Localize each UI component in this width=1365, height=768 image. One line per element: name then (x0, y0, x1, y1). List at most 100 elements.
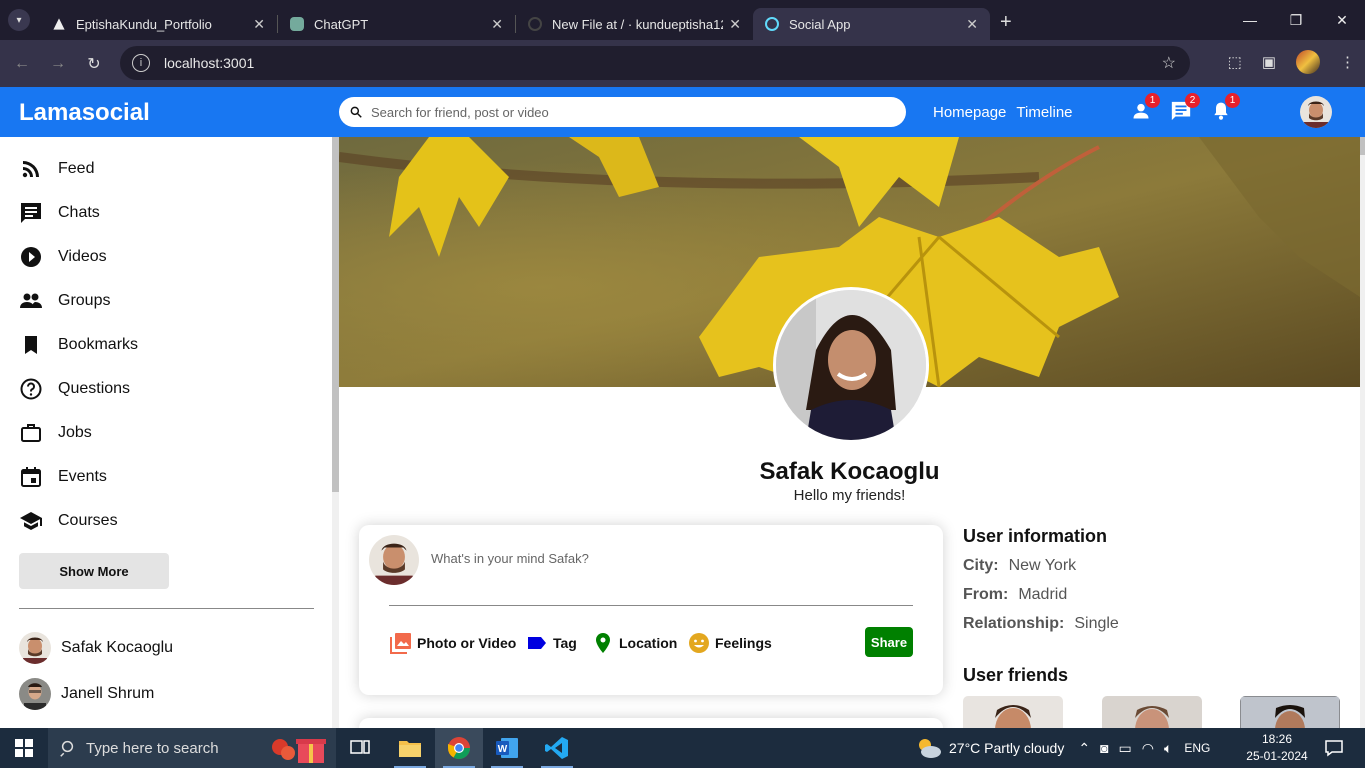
meet-now-icon[interactable]: ◙ (1100, 740, 1108, 756)
sidebar-item-chats[interactable]: Chats (19, 201, 100, 225)
homepage-link[interactable]: Homepage (933, 104, 1006, 121)
chrome-icon[interactable] (435, 728, 483, 768)
show-more-button[interactable]: Show More (19, 553, 169, 589)
weather-icon (919, 739, 941, 758)
user-avatar[interactable] (1300, 96, 1332, 128)
topbar-links: Homepage Timeline (933, 104, 1073, 121)
browser-tab-chatgpt[interactable]: ChatGPT ✕ (278, 8, 515, 40)
taskbar-search-input[interactable] (86, 739, 256, 757)
share-user-avatar (369, 535, 419, 585)
vercel-favicon-icon (53, 18, 65, 30)
svg-text:W: W (498, 744, 508, 755)
react-favicon-icon (765, 17, 779, 31)
browser-menu-icon[interactable]: ⋮ (1340, 53, 1355, 71)
close-tab-icon[interactable]: ✕ (729, 16, 741, 33)
browser-tab-bar: ▾ EptishaKundu_Portfolio ✕ ChatGPT ✕ New… (0, 0, 1365, 40)
info-key: From: (963, 586, 1009, 603)
taskbar-search[interactable] (48, 728, 336, 768)
windows-start-icon[interactable] (0, 728, 48, 768)
profile-picture[interactable] (773, 287, 929, 443)
taskbar-clock[interactable]: 18:26 25-01-2024 (1246, 731, 1308, 765)
minimize-icon[interactable]: — (1227, 0, 1273, 40)
loading-spinner-icon (528, 17, 542, 31)
friend-name: Safak Kocaoglu (61, 639, 174, 656)
app-logo[interactable]: Lamasocial (19, 99, 150, 127)
reload-icon[interactable]: ↻ (76, 54, 112, 74)
messages-button[interactable]: 2 (1170, 93, 1200, 123)
language-indicator[interactable]: ENG (1184, 741, 1210, 755)
location-pin-icon (596, 633, 610, 653)
url-bar[interactable]: i localhost:3001 ☆ (120, 46, 1190, 80)
back-arrow-icon[interactable]: ← (4, 55, 40, 73)
friend-list-item[interactable]: Janell Shrum (19, 678, 154, 710)
info-key: City: (963, 557, 999, 574)
side-panel-icon[interactable]: ▣ (1262, 53, 1276, 71)
bookmark-icon (25, 336, 37, 354)
friend-avatar (19, 678, 51, 710)
photo-video-option[interactable]: Photo or Video (389, 631, 516, 655)
close-tab-icon[interactable]: ✕ (966, 16, 978, 33)
site-info-icon[interactable]: i (132, 54, 150, 72)
browser-tab-github[interactable]: New File at / · kundueptisha12/ ✕ (516, 8, 753, 40)
notifications-button[interactable]: 1 (1210, 93, 1240, 123)
speaker-icon[interactable]: 🔈︎ (1164, 740, 1172, 757)
sidebar-item-videos[interactable]: Videos (19, 245, 107, 269)
new-tab-button[interactable]: + (1000, 11, 1012, 34)
feelings-option[interactable]: Feelings (687, 631, 772, 655)
sidebar-item-label: Jobs (58, 424, 92, 441)
notifications-center-icon[interactable] (1310, 728, 1358, 768)
info-row-city: City: New York (963, 557, 1076, 575)
sidebar-scrollbar[interactable] (332, 137, 339, 728)
wifi-icon[interactable]: ◠ (1142, 740, 1154, 757)
task-view-icon[interactable] (336, 728, 384, 768)
share-button[interactable]: Share (865, 627, 913, 657)
search-bar[interactable] (339, 97, 906, 127)
browser-profile-avatar[interactable] (1296, 50, 1320, 74)
extensions-icon[interactable]: ⬚ (1228, 53, 1242, 71)
restore-icon[interactable]: ❐ (1273, 0, 1319, 40)
tab-title: EptishaKundu_Portfolio (76, 16, 212, 32)
photo-library-icon (390, 633, 411, 654)
page-scrollbar[interactable] (1360, 137, 1365, 728)
sidebar-item-label: Courses (58, 512, 118, 529)
sidebar-item-groups[interactable]: Groups (19, 289, 110, 313)
battery-icon[interactable]: ▭ (1119, 740, 1132, 757)
tab-search-button[interactable]: ▾ (8, 9, 30, 31)
search-icon (60, 740, 74, 757)
search-input[interactable] (371, 104, 871, 120)
chat-icon (21, 203, 41, 223)
option-label: Tag (553, 635, 577, 651)
browser-tab-portfolio[interactable]: EptishaKundu_Portfolio ✕ (40, 8, 277, 40)
info-row-from: From: Madrid (963, 586, 1067, 604)
vscode-icon[interactable] (533, 728, 581, 768)
share-input[interactable] (431, 551, 911, 566)
browser-toolbar-right: ⬚ ▣ ⋮ (1228, 50, 1355, 74)
forward-arrow-icon[interactable]: → (40, 55, 76, 73)
word-icon[interactable]: W (483, 728, 531, 768)
emoji-icon (689, 633, 709, 653)
sidebar-item-courses[interactable]: Courses (19, 509, 118, 533)
windows-taskbar: W 27°C Partly cloudy ⌃ ◙ ▭ ◠ 🔈︎ ENG 18:2… (0, 728, 1365, 768)
sidebar-item-events[interactable]: Events (19, 465, 107, 489)
friend-avatar (19, 632, 51, 664)
tab-title: ChatGPT (314, 16, 369, 32)
bookmark-star-icon[interactable]: ☆ (1162, 53, 1176, 73)
timeline-link[interactable]: Timeline (1016, 104, 1072, 121)
friend-requests-button[interactable]: 1 (1130, 93, 1160, 123)
browser-tab-social-app[interactable]: Social App ✕ (753, 8, 990, 40)
tray-overflow-icon[interactable]: ⌃ (1078, 740, 1090, 757)
sidebar-item-jobs[interactable]: Jobs (19, 421, 92, 445)
sidebar-item-label: Questions (58, 380, 131, 397)
sidebar-item-feed[interactable]: Feed (19, 157, 94, 181)
friend-list-item[interactable]: Safak Kocaoglu (19, 632, 173, 664)
close-tab-icon[interactable]: ✕ (253, 16, 265, 33)
location-option[interactable]: Location (591, 631, 677, 655)
file-explorer-icon[interactable] (386, 728, 434, 768)
tag-option[interactable]: Tag (525, 631, 577, 655)
weather-text[interactable]: 27°C Partly cloudy (949, 740, 1064, 756)
close-window-icon[interactable]: ✕ (1319, 0, 1365, 40)
close-tab-icon[interactable]: ✕ (491, 16, 503, 33)
sidebar-divider (19, 608, 314, 609)
sidebar-item-questions[interactable]: Questions (19, 377, 130, 401)
sidebar-item-bookmarks[interactable]: Bookmarks (19, 333, 138, 357)
